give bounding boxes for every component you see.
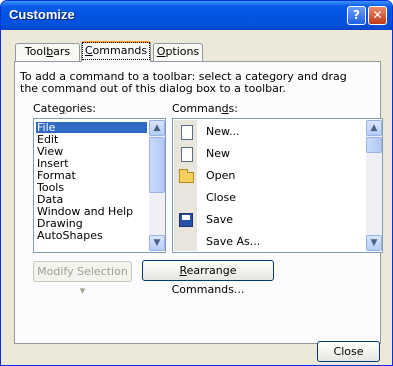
command-label: Close: [206, 191, 236, 204]
tab-options-label: Options: [156, 45, 200, 58]
command-label: Save As...: [206, 235, 261, 248]
command-item-save[interactable]: Save: [174, 210, 364, 232]
new-document-icon: [181, 125, 193, 140]
categories-scroll-down-arrow[interactable]: ▼: [149, 235, 165, 251]
category-item-insert[interactable]: Insert: [36, 158, 147, 169]
command-item-new-ellipsis[interactable]: New...: [174, 122, 364, 144]
dropdown-arrow-icon: ▾: [79, 284, 86, 297]
command-item-open[interactable]: Open: [174, 166, 364, 188]
commands-listbox[interactable]: New... New Open Close Save Save As... ▲ …: [172, 118, 383, 253]
categories-label: Categories:: [33, 102, 97, 115]
command-item-new[interactable]: New: [174, 144, 364, 166]
tab-commands[interactable]: Commands: [81, 41, 151, 62]
commands-scroll-thumb[interactable]: [366, 137, 382, 153]
new-document-icon: [181, 147, 193, 162]
save-disk-icon: [179, 213, 193, 227]
category-item-tools[interactable]: Tools: [36, 182, 147, 193]
category-item-file[interactable]: File: [36, 122, 147, 133]
category-item-window-and-help[interactable]: Window and Help: [36, 206, 147, 217]
command-item-save-as[interactable]: Save As...: [174, 232, 364, 254]
commands-label: Commands:: [172, 102, 238, 115]
title-bar[interactable]: Customize ? ✕: [1, 1, 392, 30]
rearrange-commands-button[interactable]: Rearrange Commands...: [142, 260, 274, 296]
category-item-edit[interactable]: Edit: [36, 134, 147, 145]
commands-scrollbar[interactable]: ▲ ▼: [366, 120, 382, 251]
command-item-close[interactable]: Close: [174, 188, 364, 210]
category-item-drawing[interactable]: Drawing: [36, 218, 147, 229]
tab-commands-label: Commands: [81, 42, 151, 60]
command-label: Open: [206, 169, 236, 182]
category-item-format[interactable]: Format: [36, 170, 147, 181]
category-item-data[interactable]: Data: [36, 194, 147, 205]
customize-dialog: Customize ? ✕ Toolbars Commands Options …: [0, 0, 393, 366]
commands-scroll-up-arrow[interactable]: ▲: [366, 120, 382, 136]
categories-scroll-up-arrow[interactable]: ▲: [149, 120, 165, 136]
tab-toolbars-label: Toolbars: [24, 45, 71, 58]
tab-toolbars[interactable]: Toolbars: [15, 43, 80, 61]
window-title: Customize: [9, 7, 75, 22]
open-folder-icon: [179, 169, 194, 183]
categories-listbox[interactable]: File Edit View Insert Format Tools Data …: [33, 118, 166, 253]
close-button[interactable]: Close: [317, 341, 380, 362]
commands-scroll-down-arrow[interactable]: ▼: [366, 235, 382, 251]
categories-scrollbar[interactable]: ▲ ▼: [149, 120, 165, 251]
command-label: New...: [206, 125, 240, 138]
instructions-text: To add a command to a toolbar: select a …: [20, 70, 347, 95]
category-item-autoshapes[interactable]: AutoShapes: [36, 230, 147, 241]
modify-selection-button[interactable]: Modify Selection ▾: [33, 261, 132, 297]
close-window-button[interactable]: ✕: [368, 6, 387, 25]
command-label: New: [206, 147, 230, 160]
tab-options[interactable]: Options: [153, 43, 203, 61]
category-item-view[interactable]: View: [36, 146, 147, 157]
categories-scroll-thumb[interactable]: [149, 137, 165, 193]
help-button[interactable]: ?: [347, 6, 366, 25]
command-label: Save: [206, 213, 234, 226]
